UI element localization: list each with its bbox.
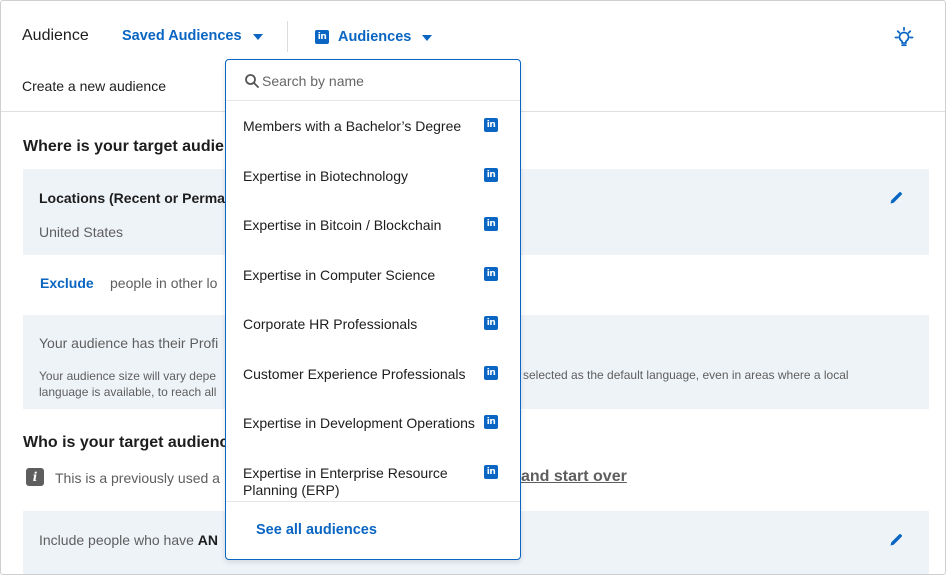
locations-value: United States <box>39 224 124 240</box>
exclude-text: people in other lo <box>110 275 218 291</box>
linkedin-icon: in <box>484 415 498 429</box>
chevron-down-icon <box>422 34 433 41</box>
edit-pencil-icon[interactable] <box>888 532 904 548</box>
audiences-dropdown-menu: Members with a Bachelor’s Degree in Expe… <box>225 59 521 560</box>
edit-pencil-icon[interactable] <box>888 190 904 206</box>
audience-option[interactable]: Expertise in Biotechnology in <box>226 168 520 216</box>
create-new-audience-link[interactable]: Create a new audience <box>22 78 166 94</box>
see-all-audiences-link[interactable]: See all audiences <box>256 522 377 538</box>
exclude-link[interactable]: Exclude <box>40 275 94 291</box>
page-title: Audience <box>22 27 89 44</box>
linkedin-icon: in <box>484 267 498 281</box>
audience-option[interactable]: Customer Experience Professionals in <box>226 366 520 414</box>
linkedin-icon: in <box>484 168 498 182</box>
linkedin-icon: in <box>484 465 498 479</box>
audience-option-label: Expertise in Bitcoin / Blockchain <box>243 217 442 233</box>
see-all-row: See all audiences <box>226 501 520 559</box>
audiences-dropdown[interactable]: in Audiences <box>315 29 433 45</box>
search-input[interactable] <box>262 70 502 92</box>
linkedin-icon: in <box>484 118 498 132</box>
audience-panel: Audience Saved Audiences in Audiences Cr… <box>0 0 946 575</box>
info-icon: i <box>26 468 44 486</box>
audience-option[interactable]: Expertise in Enterprise Resource Plannin… <box>226 465 520 501</box>
search-icon <box>245 74 259 88</box>
chevron-down-icon <box>252 33 263 40</box>
audience-option-label: Customer Experience Professionals <box>243 366 466 382</box>
start-over-link[interactable]: and start over <box>521 468 627 486</box>
audience-option[interactable]: Expertise in Development Operations in <box>226 415 520 463</box>
note-line-1: Your audience size will vary depe <box>39 369 216 383</box>
saved-audiences-label: Saved Audiences <box>122 28 242 44</box>
saved-audiences-dropdown[interactable]: Saved Audiences <box>122 28 263 44</box>
audiences-tab-label: Audiences <box>338 29 412 45</box>
audience-option-label: Expertise in Computer Science <box>243 267 436 283</box>
audience-option[interactable]: Corporate HR Professionals in <box>226 316 520 364</box>
linkedin-icon: in <box>484 316 498 330</box>
audience-option-label: Members with a Bachelor’s Degree <box>243 118 462 134</box>
who-heading: Who is your target audienc <box>23 434 229 451</box>
note-line-2: language is available, to reach all <box>39 385 217 399</box>
linkedin-icon: in <box>315 30 329 44</box>
audience-option[interactable]: Expertise in Computer Science in <box>226 267 520 315</box>
previously-used-text: This is a previously used a <box>55 470 220 486</box>
include-text-bold: AN <box>197 532 219 548</box>
audience-option-label: Expertise in Biotechnology <box>243 168 408 184</box>
audience-option[interactable]: Expertise in Bitcoin / Blockchain in <box>226 217 520 265</box>
audience-option-label: Expertise in Development Operations <box>243 415 475 431</box>
divider <box>287 21 288 52</box>
include-text-prefix: Include people who have <box>39 532 198 548</box>
profile-language-text: Your audience has their Profi <box>39 335 219 351</box>
linkedin-icon: in <box>484 366 498 380</box>
search-row <box>226 60 520 101</box>
audience-option[interactable]: Members with a Bachelor’s Degree in <box>226 118 520 166</box>
audience-option-label: Corporate HR Professionals <box>243 316 418 332</box>
audience-size-note-right: e selected as the default language, even… <box>513 368 849 382</box>
include-text: Include people who have AN <box>39 532 218 548</box>
audience-option-label: Expertise in Enterprise Resource Plannin… <box>243 465 448 498</box>
locations-label: Locations (Recent or Perma <box>39 190 225 206</box>
where-heading: Where is your target audien <box>23 138 234 155</box>
linkedin-icon: in <box>484 217 498 231</box>
lightbulb-icon[interactable] <box>892 26 916 50</box>
audience-size-note: Your audience size will vary depe langua… <box>39 368 216 400</box>
